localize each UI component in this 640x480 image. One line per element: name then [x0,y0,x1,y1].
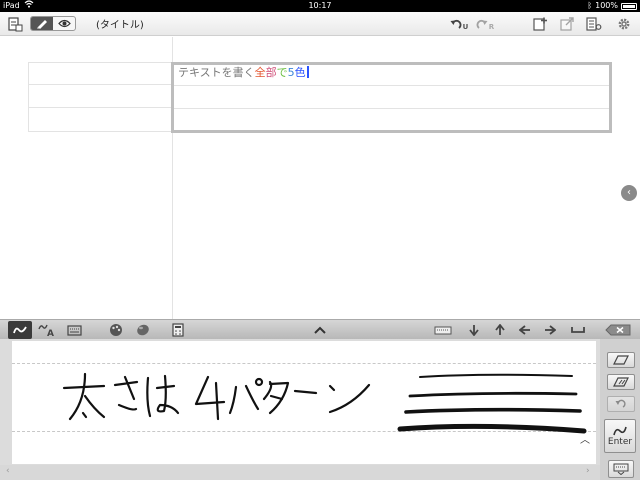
enter-button[interactable]: Enter [604,419,636,453]
calculator-icon[interactable] [168,322,188,338]
app-screen: iPad 10:17 ᛒ 100% (タイトル) U R テキストを書く全部で5… [0,0,640,480]
battery-icon [621,2,637,10]
row-divider [28,107,172,108]
text-cursor [306,66,309,78]
cell-row-line [174,85,609,86]
cell-text-content: テキストを書く全部で5色 [178,66,306,79]
expand-caret-icon[interactable]: ︿ [580,431,590,446]
enter-label: Enter [607,437,633,447]
scroll-right-icon[interactable]: › [586,466,590,476]
keyboard-toggle-icon[interactable] [608,460,634,478]
cell-text-char: で [276,66,288,79]
outline-document[interactable]: テキストを書く全部で5色 ‹ [0,37,640,319]
eye-icon[interactable] [53,17,75,30]
status-time: 10:17 [308,1,332,10]
battery-percent: 100% [595,1,618,10]
document-list-icon[interactable] [6,15,24,33]
cell-text-char: 5 [287,66,295,79]
scroll-left-icon[interactable]: ‹ [6,466,10,476]
handwriting-to-text-icon[interactable]: A [38,322,56,338]
arrow-right-icon[interactable] [542,322,558,338]
enter-stroke-icon [613,426,627,436]
eraser-icon[interactable] [607,352,635,368]
space-key-icon[interactable] [432,322,454,338]
handwriting-icon[interactable] [8,321,32,339]
collapse-arrow-icon[interactable] [310,322,330,338]
column-left-border [28,62,29,132]
input-toolbar: A [0,319,640,339]
handwriting-strokes [62,372,587,434]
bluetooth-icon: ᛒ [587,1,593,10]
color-blob-icon[interactable] [133,322,153,338]
arrow-up-icon[interactable] [492,322,508,338]
cell-text-char: 書 [232,66,244,79]
handwriting-panel: ︿ ‹ › Enter [0,339,640,480]
add-page-icon[interactable] [530,15,550,33]
export-icon[interactable] [557,15,577,33]
cell-text-char: ス [199,66,211,79]
keyboard-input-icon[interactable] [64,322,84,338]
row-divider [28,131,172,132]
cell-text-char: キ [189,66,200,79]
cell-text-char: 部 [265,66,277,79]
side-panel-arrow-icon[interactable]: ‹ [621,185,637,201]
edit-view-toggle[interactable] [30,16,76,31]
document-title[interactable]: (タイトル) [96,16,144,31]
handwriting-canvas[interactable]: ︿ [12,341,596,464]
top-toolbar: (タイトル) U R [0,12,640,36]
undo-stroke-icon[interactable] [607,396,635,412]
cell-text-char: 色 [294,66,306,79]
cell-row-line [174,108,609,109]
row-divider [28,62,172,63]
arrow-left-icon[interactable] [517,322,533,338]
cell-text-char: 全 [254,66,266,79]
cell-text-char: テ [178,66,189,79]
active-cell-text[interactable]: テキストを書く全部で5色 [178,64,309,80]
handwriting-scrollbar[interactable]: ‹ › [0,465,640,480]
pen-icon[interactable] [31,17,53,30]
undo-icon[interactable]: U [448,15,470,33]
arrow-down-icon[interactable] [466,322,482,338]
undo-label: U [462,23,469,31]
handwriting-side-panel: Enter [600,339,640,480]
cell-text-char: く [243,66,255,79]
status-bar: iPad 10:17 ᛒ 100% [0,0,640,12]
palette-icon[interactable] [106,322,126,338]
delete-icon[interactable] [603,322,633,338]
list-settings-icon[interactable] [584,15,604,33]
cell-text-char: ト [210,66,222,79]
space-icon[interactable] [569,322,587,338]
row-divider [28,84,172,85]
clear-strokes-icon[interactable] [607,374,635,390]
redo-icon[interactable]: R [474,15,496,33]
gear-icon[interactable] [614,15,634,33]
svg-text:A: A [47,329,54,337]
cell-text-char: を [221,66,233,79]
redo-label: R [488,23,495,31]
